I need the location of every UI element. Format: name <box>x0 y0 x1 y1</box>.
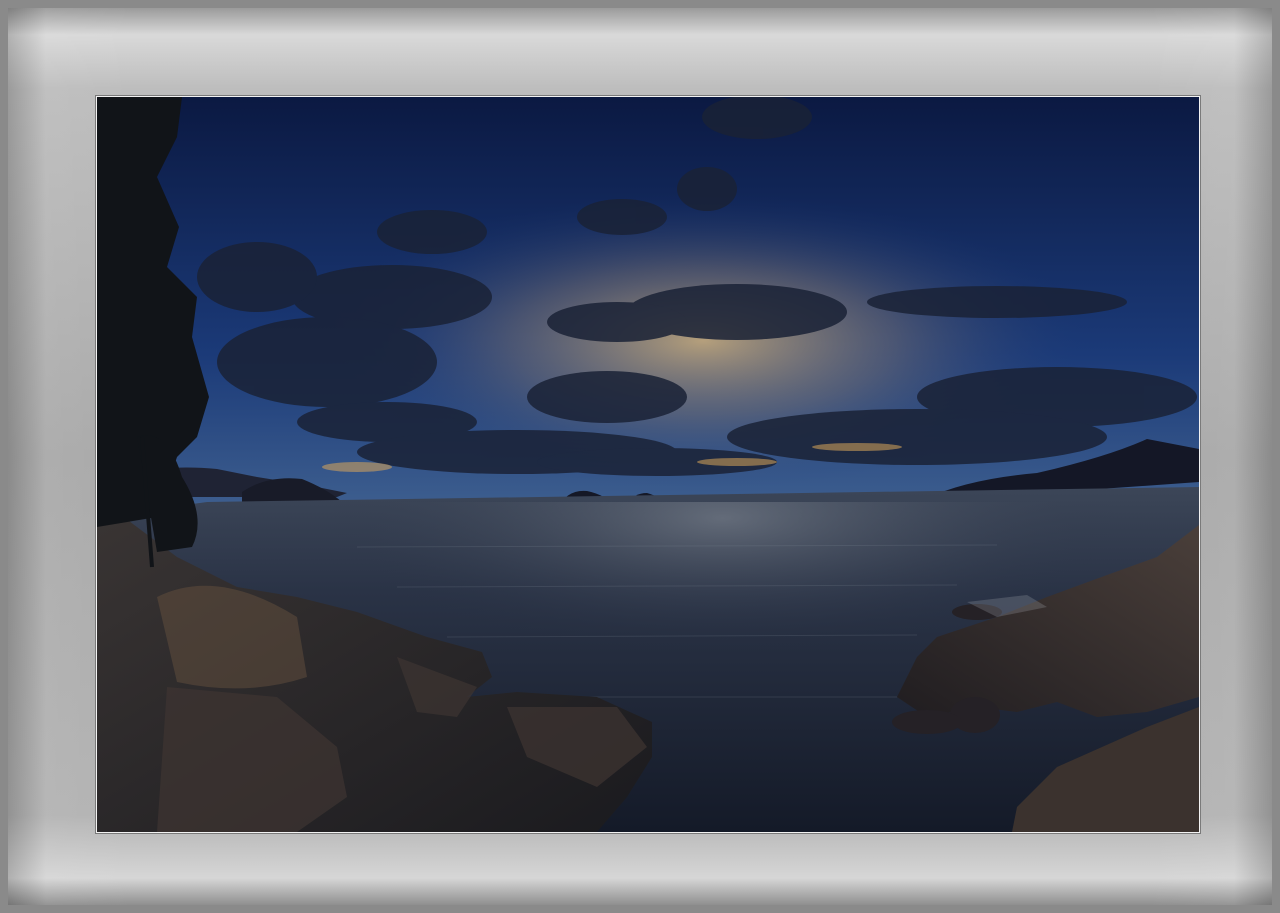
seascape-photo <box>97 97 1199 832</box>
picture-mat <box>0 0 1280 913</box>
photo-frame <box>96 96 1200 833</box>
